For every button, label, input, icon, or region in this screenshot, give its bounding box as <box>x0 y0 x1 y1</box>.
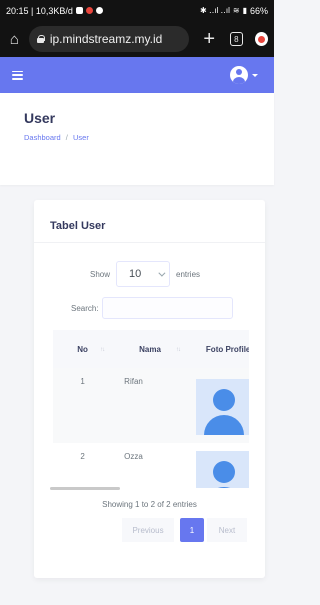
pagination-page-1-button[interactable]: 1 <box>180 518 204 542</box>
card-divider <box>34 242 265 243</box>
status-right: ✱ ‥ıl ‥ıl ≋ ▮ 66% <box>200 6 268 16</box>
table-scroll-container[interactable]: No ↑↓ Nama ↑↓ Foto Profile 1 Rifan 2 Ozz… <box>53 330 249 488</box>
breadcrumb-separator: / <box>65 133 68 142</box>
cell-nama: Rifan <box>112 368 188 443</box>
show-label: Show <box>90 269 111 279</box>
profile-placeholder-icon <box>195 451 249 488</box>
search-input[interactable] <box>101 297 233 319</box>
search-label: Search: <box>71 303 99 313</box>
top-navbar <box>0 57 274 93</box>
table-info: Showing 1 to 2 of 2 entries <box>102 500 197 509</box>
wifi-icon: ≋ <box>232 6 240 15</box>
lock-icon[interactable] <box>36 35 45 43</box>
breadcrumb-user: User <box>72 133 89 142</box>
table-header-row: No ↑↓ Nama ↑↓ Foto Profile <box>53 330 249 368</box>
pagination-previous-button[interactable]: Previous <box>122 518 174 542</box>
status-left: 20:15 | 10,3KB/d <box>6 6 103 16</box>
hamburger-icon[interactable] <box>12 70 23 80</box>
new-tab-button[interactable]: + <box>201 28 218 51</box>
user-dropdown[interactable] <box>230 66 258 84</box>
column-header-nama[interactable]: Nama ↑↓ <box>112 330 188 368</box>
horizontal-scrollbar[interactable] <box>50 487 120 490</box>
profile-placeholder-icon <box>195 379 249 435</box>
address-bar[interactable]: ip.mindstreamz.my.id <box>28 26 189 52</box>
status-bar: 20:15 | 10,3KB/d ✱ ‥ıl ‥ıl ≋ ▮ 66% <box>0 0 274 21</box>
url-text[interactable]: ip.mindstreamz.my.id <box>50 32 162 46</box>
entries-select[interactable]: 10 <box>116 261 171 287</box>
entries-select-value[interactable]: 10 <box>129 268 141 280</box>
section-header: User Dashboard / User <box>0 93 274 185</box>
battery-icon: ▮ <box>242 6 247 15</box>
chrome-notification-icon <box>95 7 103 14</box>
cell-nama: Ozza <box>112 443 188 488</box>
column-header-foto[interactable]: Foto Profile <box>187 330 249 368</box>
user-avatar-icon[interactable] <box>230 66 248 84</box>
breadcrumb: Dashboard / User <box>24 133 274 142</box>
table-row: 1 Rifan <box>53 368 249 443</box>
sort-icon[interactable]: ↑↓ <box>100 347 105 353</box>
cell-no: 2 <box>53 443 113 488</box>
caret-down-icon[interactable] <box>252 73 258 77</box>
status-time: 20:15 | 10,3KB/d <box>6 5 73 16</box>
entries-length-control: Show 10 entries <box>90 261 200 287</box>
profile-menu-icon[interactable] <box>254 32 268 46</box>
page-title: User <box>24 110 56 126</box>
cell-no: 1 <box>53 368 113 443</box>
chevron-down-icon[interactable] <box>158 269 166 277</box>
search-control: Search: <box>71 297 233 319</box>
sort-icon[interactable]: ↑↓ <box>176 347 181 353</box>
app-notification-icon <box>85 7 93 14</box>
breadcrumb-dashboard[interactable]: Dashboard <box>24 133 61 142</box>
browser-toolbar: ⌂ ip.mindstreamz.my.id + 8 <box>0 21 274 57</box>
signal-icon: ✱ ‥ıl ‥ıl <box>200 6 230 15</box>
tab-switcher-button[interactable]: 8 <box>229 32 243 46</box>
entries-label: entries <box>176 269 201 279</box>
user-table: No ↑↓ Nama ↑↓ Foto Profile 1 Rifan 2 Ozz… <box>53 330 249 488</box>
notification-icon <box>75 7 83 14</box>
table-row: 2 Ozza <box>53 443 249 488</box>
home-icon[interactable]: ⌂ <box>6 30 23 48</box>
pagination-next-button[interactable]: Next <box>207 518 247 542</box>
column-header-no[interactable]: No ↑↓ <box>53 330 113 368</box>
battery-level: 66% <box>249 5 268 16</box>
user-table-card: Tabel User Show 10 entries Search: No ↑↓… <box>34 200 265 578</box>
card-title: Tabel User <box>50 220 106 232</box>
